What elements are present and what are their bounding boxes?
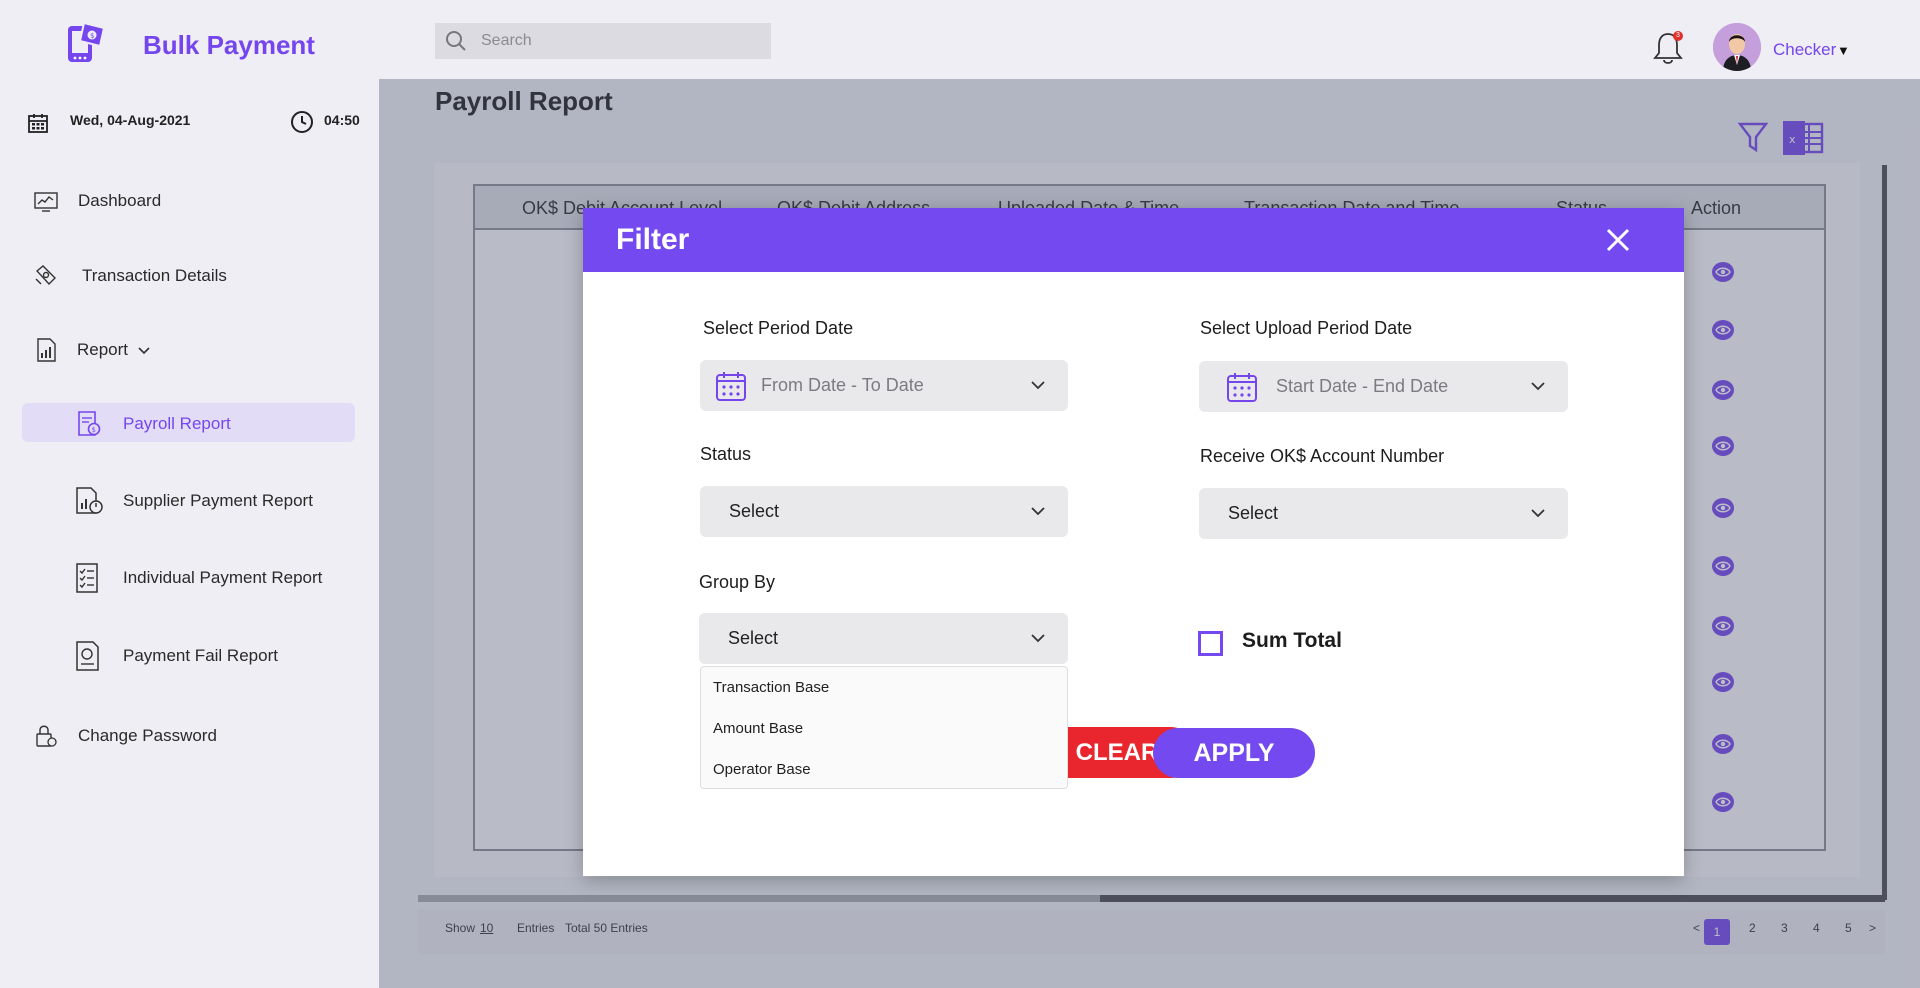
sidebar-item-label: Supplier Payment Report bbox=[123, 491, 313, 510]
clock-icon bbox=[291, 111, 313, 133]
filter-modal-title: Filter bbox=[616, 223, 690, 256]
svg-text:$: $ bbox=[92, 426, 96, 434]
sum-total-label: Sum Total bbox=[1242, 629, 1342, 652]
group-by-select-value: Select bbox=[728, 628, 779, 648]
sidebar-item-transaction-details[interactable]: Transaction Details bbox=[33, 263, 227, 289]
avatar[interactable] bbox=[1713, 23, 1761, 71]
calendar-icon bbox=[28, 114, 48, 133]
upload-date-picker[interactable]: Start Date - End Date bbox=[1199, 361, 1568, 412]
sidebar-item-label: Individual Payment Report bbox=[123, 568, 323, 587]
search-bar[interactable] bbox=[435, 23, 771, 59]
status-select[interactable]: Select bbox=[700, 486, 1068, 537]
account-number-select[interactable]: Select bbox=[1199, 488, 1568, 539]
dropdown-option-amount-base[interactable]: Amount Base bbox=[713, 720, 803, 737]
user-avatar-icon bbox=[1713, 23, 1761, 71]
filter-modal: Filter Select Period Date From Date - To… bbox=[583, 208, 1684, 876]
period-date-picker[interactable]: From Date - To Date bbox=[700, 360, 1068, 411]
chevron-down-icon bbox=[138, 347, 150, 355]
sidebar-item-label: Dashboard bbox=[78, 191, 162, 210]
group-by-label: Group By bbox=[699, 572, 776, 592]
top-bar: $ Bulk Payment 3 Checker ▼ bbox=[0, 0, 1920, 79]
calendar-icon bbox=[716, 371, 746, 401]
period-date-label: Select Period Date bbox=[703, 318, 854, 338]
account-number-select-value: Select bbox=[1228, 503, 1279, 523]
period-date-value: From Date - To Date bbox=[761, 375, 924, 395]
sidebar-item-dashboard[interactable]: Dashboard bbox=[33, 188, 161, 214]
app-title: Bulk Payment bbox=[143, 30, 315, 60]
chevron-down-icon bbox=[1531, 509, 1545, 518]
lock-icon bbox=[36, 725, 57, 747]
status-label: Status bbox=[700, 444, 752, 464]
svg-text:$: $ bbox=[90, 32, 94, 40]
dropdown-option-transaction-base[interactable]: Transaction Base bbox=[713, 679, 829, 696]
account-number-label: Receive OK$ Account Number bbox=[1200, 446, 1445, 466]
dashboard-icon bbox=[34, 192, 58, 212]
upload-date-label: Select Upload Period Date bbox=[1200, 318, 1413, 338]
sidebar bbox=[0, 79, 379, 988]
report-icon bbox=[37, 338, 56, 362]
filter-modal-header: Filter bbox=[583, 208, 1684, 272]
sidebar-item-supplier-payment-report[interactable]: Supplier Payment Report bbox=[73, 485, 313, 517]
sidebar-item-label: Payment Fail Report bbox=[123, 646, 278, 665]
user-name[interactable]: Checker bbox=[1773, 40, 1836, 60]
close-icon[interactable] bbox=[1601, 223, 1635, 257]
sidebar-item-payment-fail-report[interactable]: Payment Fail Report bbox=[73, 640, 278, 672]
status-select-value: Select bbox=[729, 501, 780, 521]
sidebar-item-payroll-report[interactable]: $ Payroll Report bbox=[73, 409, 231, 439]
chevron-down-icon bbox=[1031, 634, 1045, 643]
supplier-report-icon bbox=[76, 487, 103, 514]
bulk-payment-logo-icon[interactable]: $ bbox=[64, 20, 110, 66]
apply-button[interactable]: APPLY bbox=[1153, 728, 1315, 778]
user-menu-caret-icon[interactable]: ▼ bbox=[1837, 43, 1850, 58]
current-time: 04:50 bbox=[324, 112, 360, 128]
sidebar-item-individual-payment-report[interactable]: Individual Payment Report bbox=[73, 562, 322, 594]
sidebar-item-report[interactable]: Report bbox=[33, 337, 152, 363]
group-by-select[interactable]: Select bbox=[699, 613, 1068, 664]
calendar-icon bbox=[1227, 372, 1257, 402]
individual-report-icon bbox=[76, 563, 98, 593]
search-icon bbox=[446, 31, 466, 51]
payroll-icon: $ bbox=[78, 411, 101, 436]
notification-badge: 3 bbox=[1673, 31, 1683, 41]
current-date: Wed, 04-Aug-2021 bbox=[70, 112, 191, 128]
sidebar-item-change-password[interactable]: Change Password bbox=[33, 723, 217, 749]
chevron-down-icon bbox=[1031, 381, 1045, 390]
fail-report-icon bbox=[76, 641, 99, 671]
chevron-down-icon bbox=[1531, 382, 1545, 391]
dropdown-option-operator-base[interactable]: Operator Base bbox=[713, 761, 811, 778]
sum-total-checkbox[interactable] bbox=[1198, 631, 1223, 656]
sidebar-item-label: Report bbox=[77, 340, 129, 359]
search-input[interactable] bbox=[481, 32, 741, 50]
transaction-icon bbox=[35, 265, 56, 286]
sidebar-item-label: Change Password bbox=[78, 726, 217, 745]
chevron-down-icon bbox=[1031, 507, 1045, 516]
group-by-dropdown-list: Transaction Base Amount Base Operator Ba… bbox=[700, 666, 1068, 789]
sidebar-item-label: Transaction Details bbox=[82, 266, 227, 285]
upload-date-value: Start Date - End Date bbox=[1276, 376, 1449, 396]
sidebar-item-label: Payroll Report bbox=[123, 414, 231, 433]
